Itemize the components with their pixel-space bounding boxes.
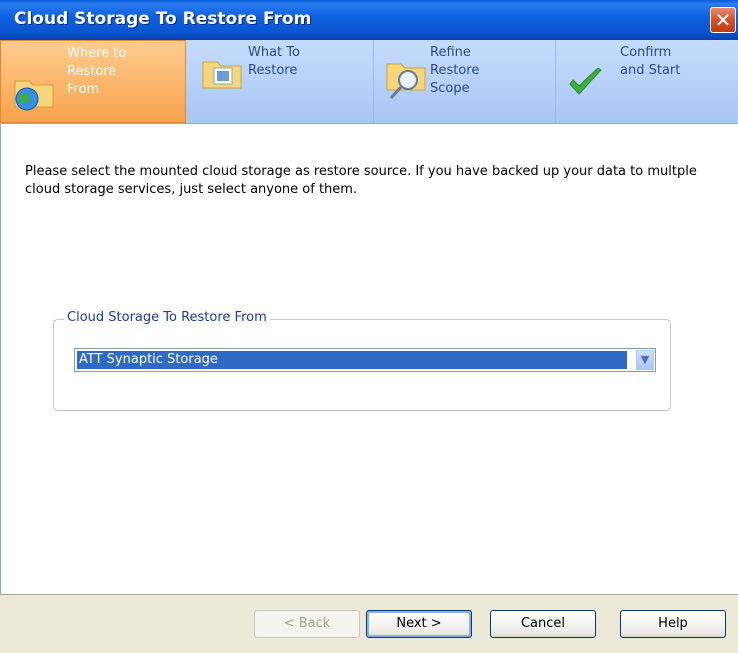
folder-magnifier-icon bbox=[386, 63, 426, 100]
globe-folder-icon bbox=[14, 80, 54, 111]
help-button[interactable]: Help bbox=[620, 610, 726, 638]
step-refine-restore-scope[interactable]: Refine Restore Scope bbox=[374, 40, 556, 123]
close-button[interactable]: ✕ bbox=[710, 7, 736, 33]
group-label: Cloud Storage To Restore From bbox=[64, 310, 270, 325]
cloud-storage-select[interactable]: ATT Synaptic Storage ▼ bbox=[74, 348, 656, 372]
next-button[interactable]: Next > bbox=[366, 610, 472, 638]
checkmark-icon bbox=[569, 68, 602, 95]
instructions-text: Please select the mounted cloud storage … bbox=[25, 164, 697, 197]
step-label-what: What To Restore bbox=[248, 45, 300, 78]
window-title: Cloud Storage To Restore From bbox=[14, 9, 312, 29]
chevron-down-icon[interactable]: ▼ bbox=[636, 350, 654, 370]
back-button[interactable]: < Back bbox=[254, 610, 360, 638]
folder-document-icon bbox=[202, 61, 242, 89]
step-what-to-restore[interactable]: What To Restore bbox=[186, 40, 374, 123]
step-label-refine: Refine Restore Scope bbox=[430, 45, 480, 96]
button-bar: < Back Next > Cancel Help bbox=[0, 594, 738, 653]
restore-wizard-window: Cloud Storage To Restore From ✕ Where to… bbox=[0, 0, 738, 653]
cancel-button[interactable]: Cancel bbox=[490, 610, 596, 638]
cloud-storage-group: Cloud Storage To Restore From ATT Synapt… bbox=[53, 310, 671, 411]
selected-storage: ATT Synaptic Storage bbox=[77, 351, 627, 369]
wizard-steps-bar: Where to Restore From What To Restore Re… bbox=[0, 40, 738, 124]
step-label-where: Where to Restore From bbox=[67, 46, 127, 97]
step-where-to-restore-from[interactable]: Where to Restore From bbox=[0, 40, 186, 123]
wizard-content: Please select the mounted cloud storage … bbox=[0, 124, 738, 594]
title-bar[interactable]: Cloud Storage To Restore From ✕ bbox=[0, 0, 738, 40]
step-confirm-and-start[interactable]: Confirm and Start bbox=[556, 40, 738, 123]
step-label-confirm: Confirm and Start bbox=[620, 45, 681, 78]
close-icon: ✕ bbox=[714, 8, 732, 32]
